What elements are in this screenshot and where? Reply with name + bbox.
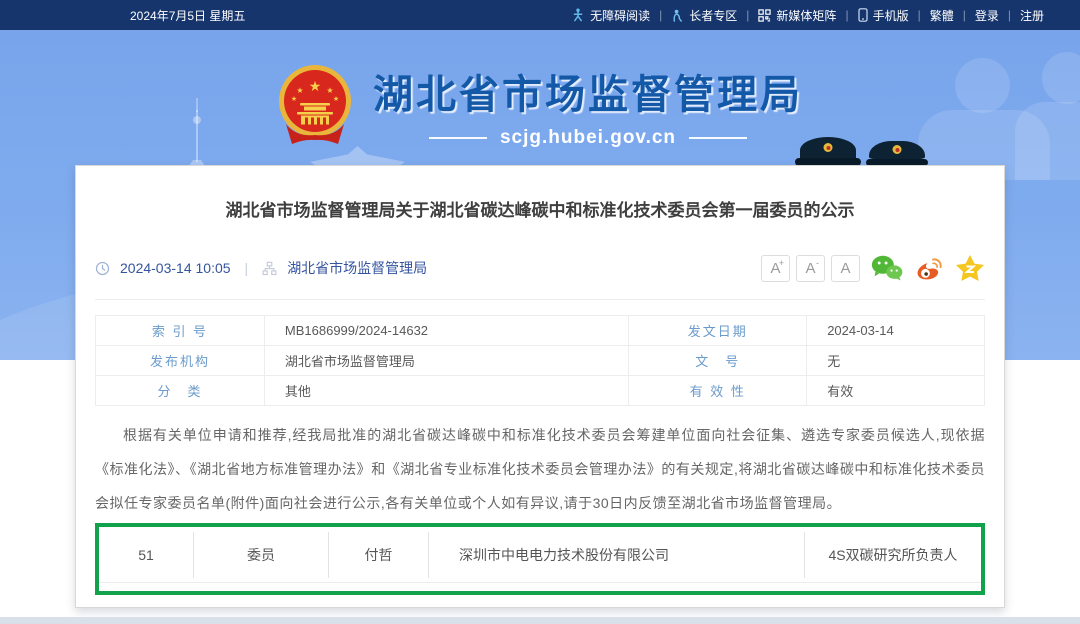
info-value-issuing-agency: 湖北省市场监督管理局 — [264, 346, 628, 376]
dash-left — [429, 137, 487, 139]
separator: | — [845, 8, 848, 22]
info-value-index-number: MB1686999/2024-14632 — [264, 316, 628, 346]
article-meta-left: 2024-03-14 10:05 | 湖北省市场监督管理局 — [95, 258, 427, 278]
register-link[interactable]: 注册 — [1020, 7, 1044, 24]
info-value-validity: 有效 — [807, 376, 985, 406]
separator: | — [1008, 8, 1011, 22]
article-source: 湖北省市场监督管理局 — [287, 258, 427, 278]
info-label-issuing-agency: 发布机构 — [96, 346, 265, 376]
table-row: 索 引 号 MB1686999/2024-14632 发文日期 2024-03-… — [96, 316, 985, 346]
info-label-category: 分 类 — [96, 376, 265, 406]
topbar-links: 无障碍阅读 | 长者专区 | 新媒体矩阵 | 手机版 | 繁體 | 登录 | 注… — [571, 7, 1044, 24]
table-row: 分 类 其他 有 效 性 有效 — [96, 376, 985, 406]
highlighted-table-row-box: 51 委员 付哲 深圳市中电电力技术股份有限公司 4S双碳研究所负责人 — [95, 523, 985, 595]
member-number: 51 — [99, 532, 194, 578]
officer-cap-illustration — [866, 141, 928, 166]
svg-text:★: ★ — [309, 79, 322, 95]
dash-right — [689, 137, 747, 139]
member-position: 4S双碳研究所负责人 — [805, 532, 981, 578]
cap-badge — [824, 143, 833, 152]
info-value-category: 其他 — [264, 376, 628, 406]
officer-cap-illustration — [795, 137, 861, 166]
info-value-issue-date: 2024-03-14 — [807, 316, 985, 346]
svg-text:★: ★ — [326, 86, 333, 95]
mobile-version-link[interactable]: 手机版 — [858, 7, 909, 24]
site-domain: scjg.hubei.gov.cn — [500, 127, 676, 149]
weibo-share-icon[interactable] — [913, 254, 945, 282]
elder-zone-link[interactable]: 长者专区 — [671, 7, 737, 24]
info-label-document-number: 文 号 — [629, 346, 807, 376]
svg-text:★: ★ — [296, 86, 303, 95]
clock-icon — [95, 261, 110, 276]
qrcode-icon — [758, 9, 771, 22]
article-body: 根据有关单位申请和推荐,经我局批准的湖北省碳达峰碳中和标准化技术委员会筹建单位面… — [95, 418, 985, 520]
article-title: 湖北省市场监督管理局关于湖北省碳达峰碳中和标准化技术委员会第一届委员的公示 — [95, 196, 985, 221]
table-row: 发布机构 湖北省市场监督管理局 文 号 无 — [96, 346, 985, 376]
login-link[interactable]: 登录 — [975, 7, 999, 24]
separator: | — [241, 260, 253, 276]
svg-text:★: ★ — [333, 95, 339, 103]
separator: | — [918, 8, 921, 22]
source-icon — [262, 261, 277, 276]
font-reset-button[interactable]: A — [831, 255, 860, 282]
site-domain-row: scjg.hubei.gov.cn — [429, 127, 747, 149]
traditional-chinese-link[interactable]: 繁體 — [930, 7, 954, 24]
phone-icon — [858, 8, 868, 22]
national-emblem: ★ ★ ★ ★ ★ — [277, 63, 353, 149]
publish-time: 2024-03-14 10:05 — [120, 260, 231, 276]
article-card: 湖北省市场监督管理局关于湖北省碳达峰碳中和标准化技术委员会第一届委员的公示 20… — [75, 165, 1005, 608]
topbar-date: 2024年7月5日 星期五 — [130, 7, 245, 24]
new-media-matrix-link[interactable]: 新媒体矩阵 — [758, 7, 836, 24]
info-label-issue-date: 发文日期 — [629, 316, 807, 346]
font-larger-button[interactable]: A + — [761, 255, 790, 282]
accessibility-icon — [571, 8, 585, 22]
footer-strip — [0, 617, 1080, 624]
member-name: 付哲 — [329, 532, 429, 578]
article-meta-tools: A + A - A — [755, 254, 985, 282]
site-title: 湖北省市场监督管理局 — [373, 62, 803, 120]
info-value-document-number: 无 — [807, 346, 985, 376]
separator: | — [659, 8, 662, 22]
svg-text:★: ★ — [291, 95, 297, 103]
brand-text: 湖北省市场监督管理局 scjg.hubei.gov.cn — [373, 62, 803, 149]
qzone-star-share-icon[interactable] — [955, 254, 985, 282]
article-meta-row: 2024-03-14 10:05 | 湖北省市场监督管理局 A + A - A — [95, 254, 985, 300]
wechat-share-icon[interactable] — [870, 254, 903, 282]
member-role: 委员 — [194, 532, 329, 578]
info-label-index-number: 索 引 号 — [96, 316, 265, 346]
committee-member-row: 51 委员 付哲 深圳市中电电力技术股份有限公司 4S双碳研究所负责人 — [99, 527, 981, 583]
cap-badge — [893, 145, 902, 154]
elder-icon — [671, 9, 684, 22]
separator: | — [963, 8, 966, 22]
topbar: 2024年7月5日 星期五 无障碍阅读 | 长者专区 | 新媒体矩阵 | 手机版… — [0, 0, 1080, 30]
info-label-validity: 有 效 性 — [629, 376, 807, 406]
site-brand[interactable]: ★ ★ ★ ★ ★ 湖北省市场监督管理局 — [0, 62, 1080, 149]
separator: | — [746, 8, 749, 22]
member-organization: 深圳市中电电力技术股份有限公司 — [429, 532, 805, 578]
accessible-reading-link[interactable]: 无障碍阅读 — [571, 7, 650, 24]
font-smaller-button[interactable]: A - — [796, 255, 825, 282]
document-info-table: 索 引 号 MB1686999/2024-14632 发文日期 2024-03-… — [95, 315, 985, 406]
